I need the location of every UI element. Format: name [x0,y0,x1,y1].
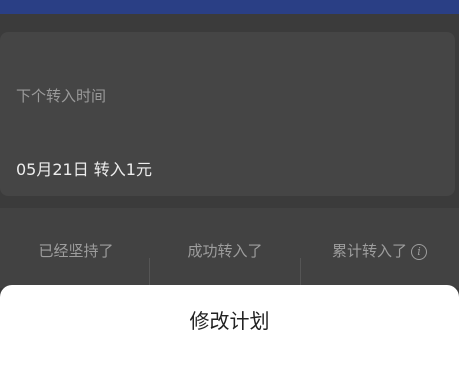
info-icon[interactable]: i [411,243,427,260]
stat-total-label[interactable]: 累计转入了 i [300,240,459,261]
stats-panel: 已经坚持了 成功转入了 累计转入了 i [0,208,459,288]
header-title [0,0,170,6]
next-transfer-value: 05月21日 转入1元 [16,160,152,179]
sheet-title: 修改计划 [189,309,270,333]
modify-plan-sheet: 修改计划 [0,285,459,365]
stat-success-value [149,270,301,280]
next-transfer-label: 下个转入时间 [16,87,107,105]
top-header [0,0,459,14]
next-transfer-card[interactable]: 下个转入时间 05月21日 转入1元 [0,32,455,196]
stat-success-label: 成功转入了 [187,242,263,260]
stat-persisted-label: 已经坚持了 [38,242,114,260]
stat-persisted-value [0,270,152,280]
sheet-description [30,338,430,346]
stat-total-value [300,270,459,280]
